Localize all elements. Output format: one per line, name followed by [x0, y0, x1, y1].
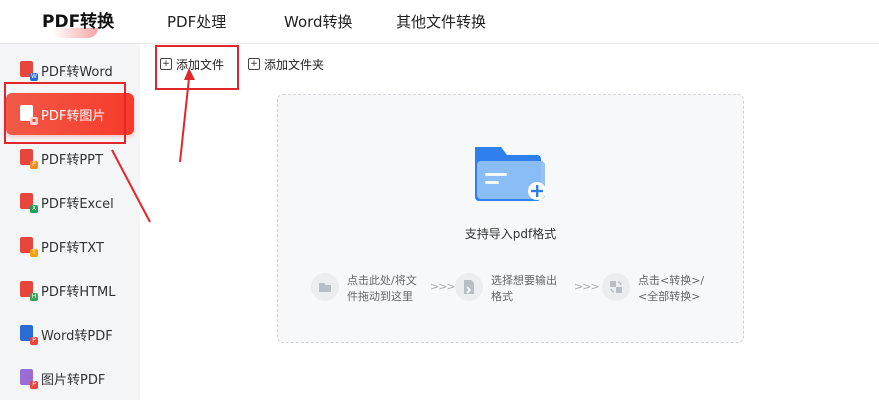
annotation-arrows: [111, 68, 195, 223]
